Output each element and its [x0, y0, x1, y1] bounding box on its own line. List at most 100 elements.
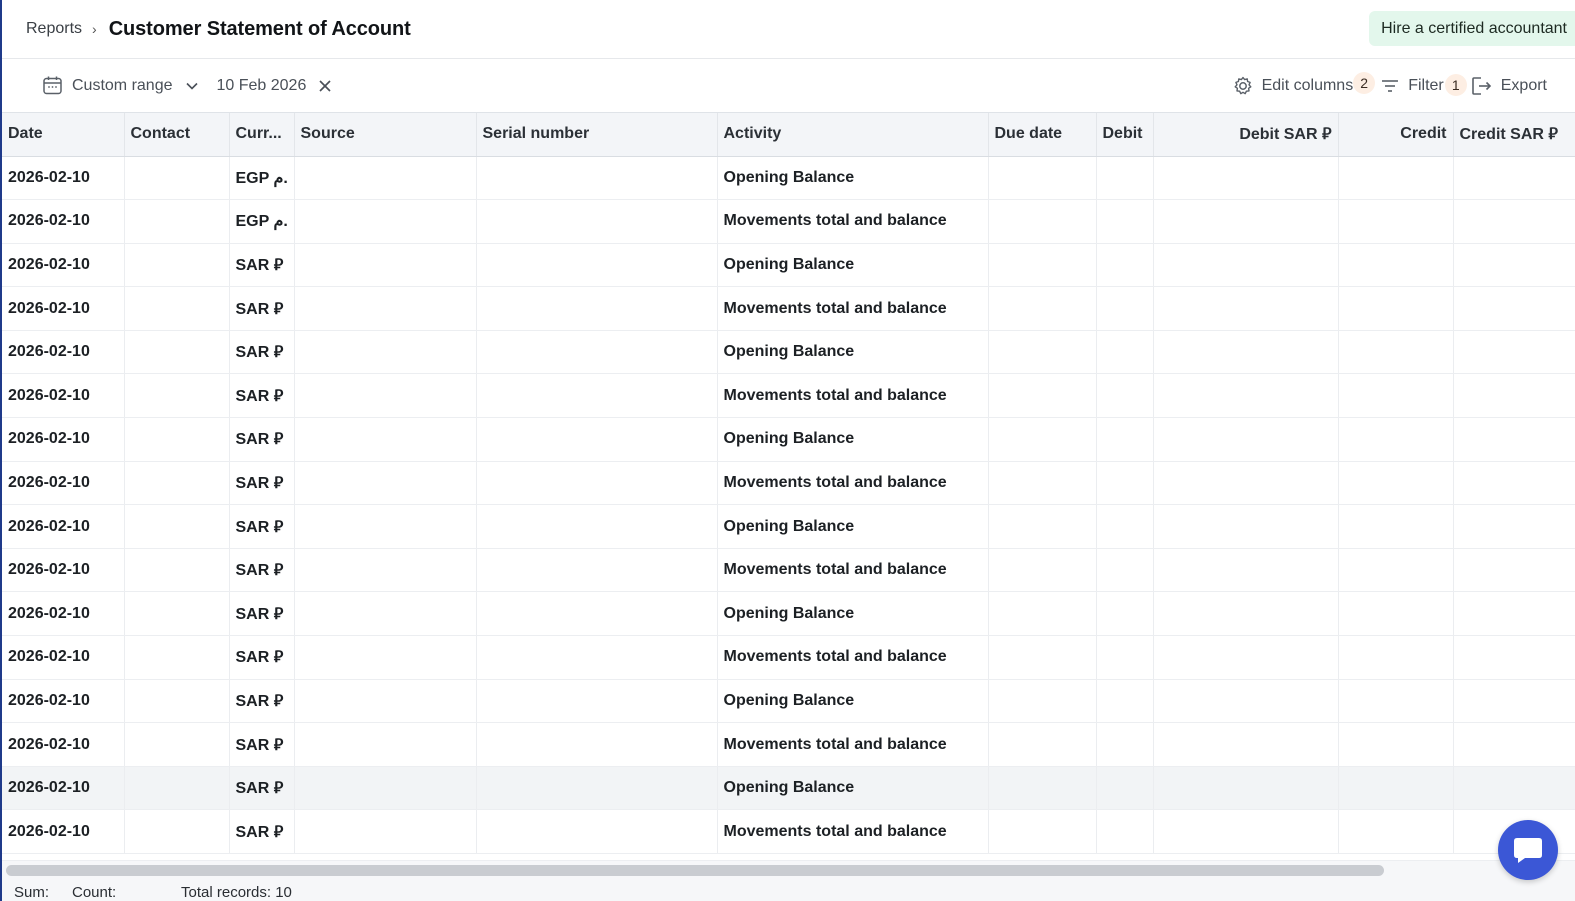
cell-currency: EGP م. — [229, 156, 295, 201]
cell-source — [294, 461, 477, 506]
cell-due-date — [988, 156, 1097, 201]
col-header-contact[interactable]: Contact — [124, 113, 230, 157]
cell-contact — [124, 809, 230, 854]
date-value[interactable]: 10 Feb 2026 — [217, 77, 307, 95]
table-row[interactable]: 2026-02-10 SAR ⃁ Movements total and balan… — [2, 809, 1575, 854]
filter-button[interactable]: Filter 1 — [1381, 74, 1467, 96]
cell-currency: SAR ⃁ — [229, 417, 295, 462]
cell-serial-number — [476, 504, 718, 549]
breadcrumb-reports-link[interactable]: Reports — [26, 20, 82, 38]
table-row[interactable]: 2026-02-10 SAR ⃁ Opening Balance — [2, 679, 1575, 724]
table-row[interactable]: 2026-02-10 SAR ⃁ Opening Balance — [2, 766, 1575, 811]
cell-source — [294, 635, 477, 680]
gear-icon — [1232, 75, 1254, 97]
cell-contact — [124, 635, 230, 680]
cell-contact — [124, 722, 230, 767]
cell-serial-number — [476, 156, 718, 201]
date-range-select[interactable]: Custom range — [72, 77, 199, 95]
footer-sum: Sum: — [14, 884, 50, 901]
cell-currency: SAR ⃁ — [229, 330, 295, 375]
col-header-source[interactable]: Source — [294, 113, 477, 157]
cell-contact — [124, 330, 230, 375]
cell-credit-sar — [1453, 373, 1575, 419]
cell-credit-sar — [1453, 156, 1575, 201]
col-header-debit[interactable]: Debit — [1096, 113, 1154, 157]
cell-credit-sar — [1453, 635, 1575, 680]
cell-debit — [1096, 286, 1154, 331]
filter-label: Filter — [1408, 77, 1444, 94]
col-header-date[interactable]: Date — [2, 113, 125, 157]
cell-due-date — [988, 722, 1097, 767]
table-row[interactable]: 2026-02-10 SAR ⃁ Movements total and balan… — [2, 373, 1575, 419]
table-row[interactable]: 2026-02-10 SAR ⃁ Movements total and balan… — [2, 548, 1575, 593]
edit-columns-button[interactable]: Edit columns 2 — [1232, 72, 1376, 97]
date-range-label: Custom range — [72, 76, 173, 94]
table-row[interactable]: 2026-02-10 EGP م. Movements total and bala… — [2, 199, 1575, 244]
col-header-credit[interactable]: Credit — [1338, 113, 1454, 157]
cell-credit — [1338, 504, 1454, 549]
cell-activity: Opening Balance — [717, 679, 989, 724]
col-header-credit-sar[interactable]: Credit SAR ⃁ — [1453, 113, 1575, 157]
cell-debit — [1096, 373, 1154, 419]
table-row[interactable]: 2026-02-10 SAR ⃁ Movements total and balan… — [2, 635, 1575, 680]
cell-debit-sar — [1153, 548, 1339, 593]
page-header: Reports › Customer Statement of Account … — [2, 0, 1575, 59]
table-row[interactable]: 2026-02-10 SAR ⃁ Opening Balance — [2, 504, 1575, 549]
cell-currency: SAR ⃁ — [229, 243, 295, 288]
cell-serial-number — [476, 199, 718, 244]
chat-icon — [1511, 834, 1545, 866]
cell-serial-number — [476, 548, 718, 593]
cell-activity: Movements total and balance — [717, 373, 989, 419]
table-row[interactable]: 2026-02-10 SAR ⃁ Opening Balance — [2, 330, 1575, 375]
cell-due-date — [988, 548, 1097, 593]
cell-credit — [1338, 373, 1454, 419]
close-icon[interactable] — [318, 79, 332, 93]
cell-serial-number — [476, 330, 718, 375]
col-header-currency[interactable]: Curr... — [229, 113, 295, 157]
export-button[interactable]: Export — [1471, 76, 1547, 96]
table-row[interactable]: 2026-02-10 SAR ⃁ Opening Balance — [2, 591, 1575, 637]
cell-currency: SAR ⃁ — [229, 504, 295, 549]
cell-source — [294, 548, 477, 593]
cell-activity: Opening Balance — [717, 243, 989, 288]
col-header-debit-sar[interactable]: Debit SAR ⃁ — [1153, 113, 1339, 157]
cell-due-date — [988, 679, 1097, 724]
col-header-activity[interactable]: Activity — [717, 113, 989, 157]
cell-contact — [124, 766, 230, 811]
cell-source — [294, 591, 477, 637]
horizontal-scrollbar[interactable] — [2, 860, 1575, 880]
cell-contact — [124, 504, 230, 549]
col-header-due-date[interactable]: Due date — [988, 113, 1097, 157]
export-icon — [1471, 76, 1493, 96]
cell-activity: Movements total and balance — [717, 809, 989, 854]
table-row[interactable]: 2026-02-10 SAR ⃁ Movements total and balan… — [2, 461, 1575, 506]
cell-activity: Movements total and balance — [717, 199, 989, 244]
table-row[interactable]: 2026-02-10 SAR ⃁ Opening Balance — [2, 243, 1575, 288]
page-title: Customer Statement of Account — [108, 17, 411, 40]
table-row[interactable]: 2026-02-10 EGP م. Opening Balance — [2, 156, 1575, 201]
statement-table: Date Contact Curr... Source Serial numbe… — [2, 113, 1575, 860]
scrollbar-thumb[interactable] — [6, 865, 1384, 876]
col-header-serial-number[interactable]: Serial number — [476, 113, 718, 157]
cell-serial-number — [476, 766, 718, 811]
cell-contact — [124, 373, 230, 419]
cell-activity: Opening Balance — [717, 504, 989, 549]
cell-due-date — [988, 373, 1097, 419]
cell-debit-sar — [1153, 199, 1339, 244]
cell-activity: Movements total and balance — [717, 548, 989, 593]
cell-contact — [124, 417, 230, 462]
cell-credit-sar — [1453, 722, 1575, 767]
cell-credit-sar — [1453, 330, 1575, 375]
chat-button[interactable] — [1498, 820, 1558, 880]
cell-serial-number — [476, 679, 718, 724]
cell-date: 2026-02-10 — [2, 417, 125, 462]
cell-debit-sar — [1153, 461, 1339, 506]
cell-source — [294, 373, 477, 419]
table-row[interactable]: 2026-02-10 SAR ⃁ Movements total and balan… — [2, 722, 1575, 767]
cell-credit-sar — [1453, 591, 1575, 637]
table-row[interactable]: 2026-02-10 SAR ⃁ Opening Balance — [2, 417, 1575, 462]
table-row[interactable]: 2026-02-10 SAR ⃁ Movements total and balan… — [2, 286, 1575, 331]
cell-debit-sar — [1153, 635, 1339, 680]
hire-accountant-button[interactable]: Hire a certified accountant — [1369, 11, 1575, 46]
cell-debit — [1096, 679, 1154, 724]
